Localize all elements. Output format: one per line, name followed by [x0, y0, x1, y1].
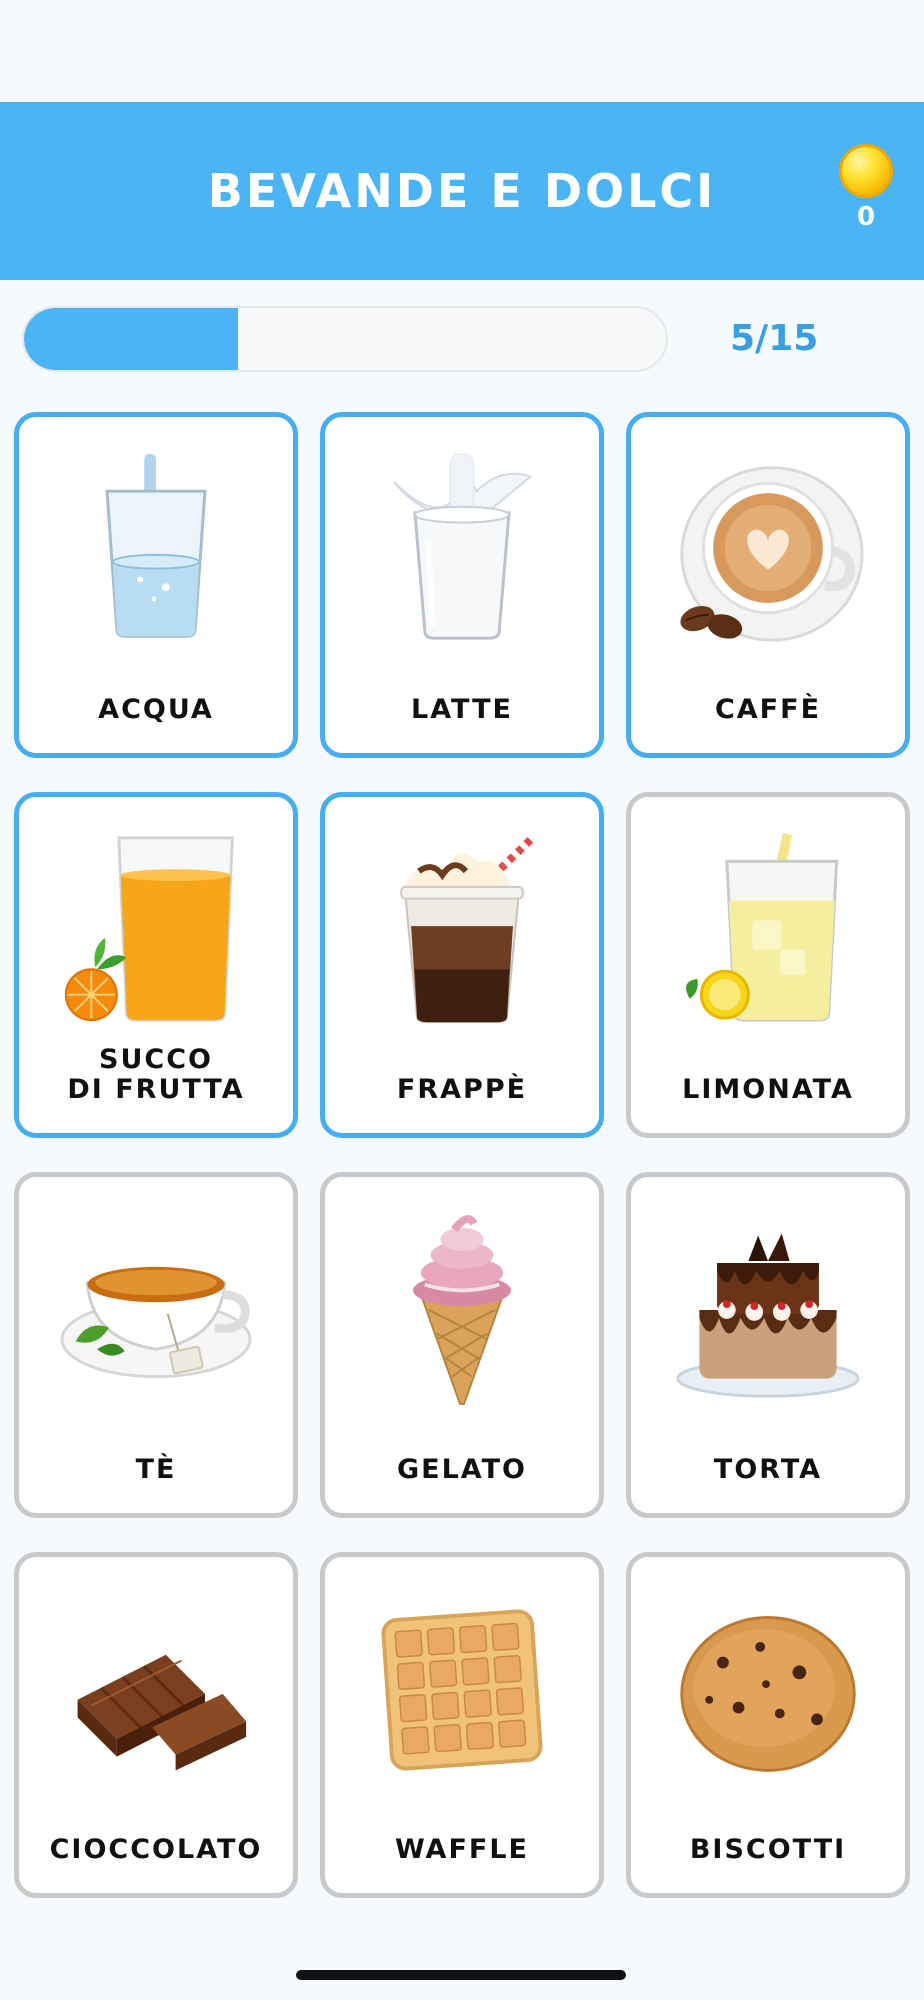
lemonade-icon [661, 823, 875, 1037]
gold-coin-icon [839, 144, 893, 198]
water-glass-icon [49, 443, 263, 657]
card-label: ACQUA [98, 694, 214, 725]
card-succo-di-frutta[interactable]: SUCCO DI FRUTTA [14, 792, 298, 1138]
card-label: CIOCCOLATO [49, 1834, 263, 1865]
card-label: SUCCO DI FRUTTA [67, 1044, 245, 1105]
card-label: TORTA [713, 1454, 823, 1485]
card-label: CAFFÈ [714, 694, 822, 725]
ice-cream-cone-icon [355, 1203, 569, 1417]
card-gelato[interactable]: GELATO [320, 1172, 604, 1518]
card-label: BISCOTTI [689, 1834, 847, 1865]
chocolate-bar-icon [49, 1583, 263, 1797]
coin-count: 0 [856, 202, 876, 232]
waffle-icon [355, 1583, 569, 1797]
tea-cup-icon [49, 1203, 263, 1417]
orange-juice-icon [49, 823, 263, 1037]
card-latte[interactable]: LATTE [320, 412, 604, 758]
card-frappe[interactable]: FRAPPÈ [320, 792, 604, 1138]
milk-glass-icon [355, 443, 569, 657]
card-label: LIMONATA [682, 1074, 854, 1105]
progress-label: 5/15 [730, 318, 819, 359]
card-limonata[interactable]: LIMONATA [626, 792, 910, 1138]
page-title: BEVANDE E DOLCI [207, 164, 717, 218]
header-bar: BEVANDE E DOLCI 0 [0, 102, 924, 280]
card-label: LATTE [411, 694, 513, 725]
word-card-grid: ACQUA LATTE CAFFÈ SUCCO DI FRUTTA FRAPPÈ… [14, 412, 910, 1898]
chocolate-cake-icon [661, 1203, 875, 1417]
cappuccino-icon [661, 443, 875, 657]
card-label: WAFFLE [394, 1834, 529, 1865]
card-cioccolato[interactable]: CIOCCOLATO [14, 1552, 298, 1898]
cookie-icon [661, 1583, 875, 1797]
card-caffe[interactable]: CAFFÈ [626, 412, 910, 758]
card-te[interactable]: TÈ [14, 1172, 298, 1518]
card-acqua[interactable]: ACQUA [14, 412, 298, 758]
frappe-icon [355, 823, 569, 1037]
card-label: FRAPPÈ [396, 1074, 528, 1105]
card-biscotti[interactable]: BISCOTTI [626, 1552, 910, 1898]
card-waffle[interactable]: WAFFLE [320, 1552, 604, 1898]
home-indicator[interactable] [296, 1970, 626, 1980]
card-label: GELATO [397, 1454, 527, 1485]
card-torta[interactable]: TORTA [626, 1172, 910, 1518]
card-label: TÈ [135, 1454, 177, 1485]
progress-bar [22, 306, 668, 372]
coin-counter: 0 [838, 144, 894, 232]
progress-fill [24, 308, 238, 370]
